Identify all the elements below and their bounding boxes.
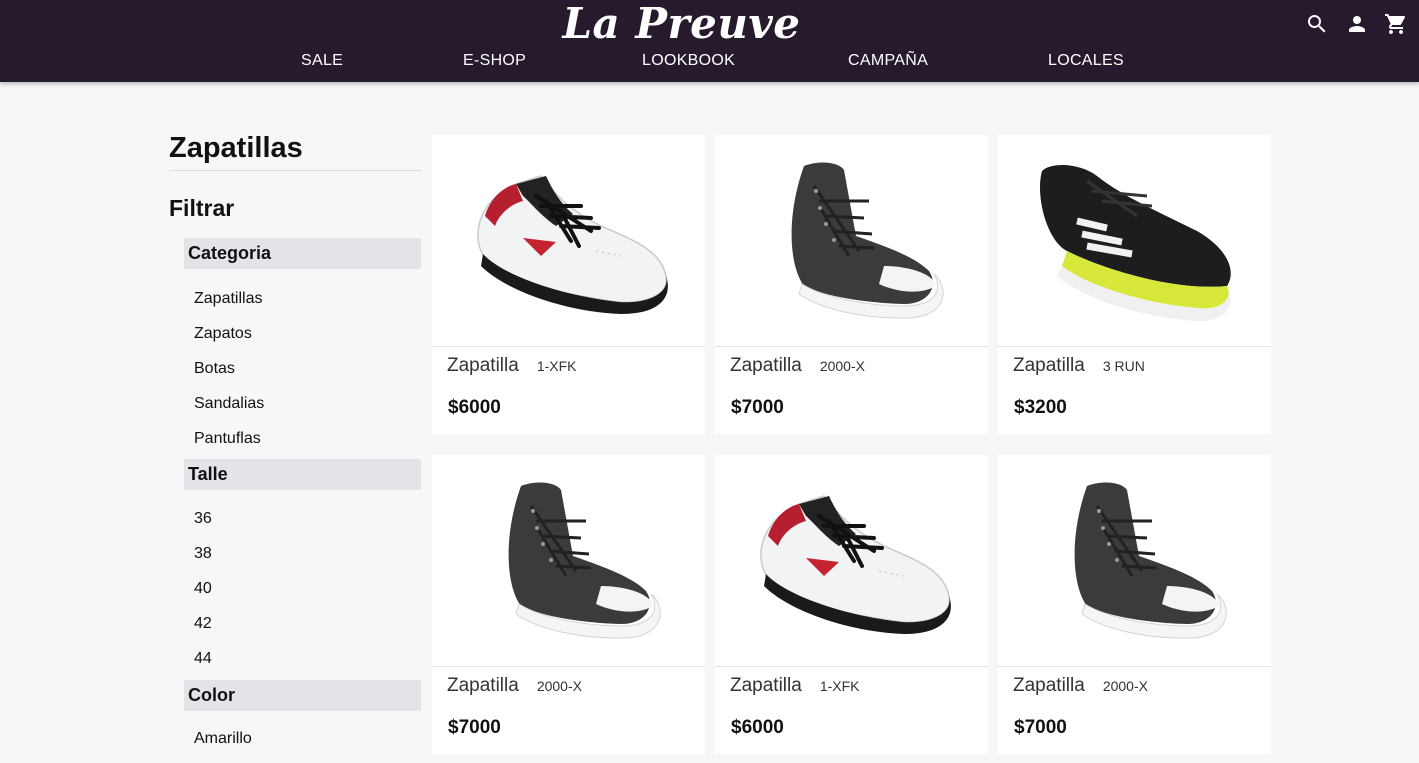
product-card[interactable]: Zapatilla 2000-X $7000	[432, 455, 705, 754]
nav-e-shop[interactable]: E-SHOP	[463, 52, 526, 70]
page-title: Zapatillas	[169, 130, 421, 171]
filter-group-talle[interactable]: Talle	[184, 459, 421, 490]
color-list: Amarillo	[194, 721, 421, 756]
product-name: Zapatilla 2000-X	[730, 355, 865, 376]
nav-campana[interactable]: CAMPAÑA	[848, 52, 928, 70]
product-model: 2000-X	[819, 358, 865, 374]
filter-option[interactable]: 44	[194, 641, 421, 676]
filter-option[interactable]: 40	[194, 571, 421, 606]
product-card[interactable]: Zapatilla 2000-X $7000	[998, 455, 1271, 754]
filter-option[interactable]: Zapatos	[194, 316, 421, 351]
product-image[interactable]	[432, 135, 705, 347]
search-icon[interactable]	[1305, 12, 1329, 36]
categoria-list: Zapatillas Zapatos Botas Sandalias Pantu…	[194, 281, 421, 456]
filter-group-color[interactable]: Color	[184, 680, 421, 711]
product-name: Zapatilla 2000-X	[447, 675, 582, 696]
nav-lookbook[interactable]: LOOKBOOK	[642, 52, 735, 70]
product-image[interactable]	[432, 455, 705, 667]
product-card[interactable]: Zapatilla 3 RUN $3200	[998, 135, 1271, 434]
product-card[interactable]: Zapatilla 1-XFK $6000	[432, 135, 705, 434]
site-header: La Preuve SALE E-SHOP LOOKBOOK CAMPAÑA L…	[0, 0, 1419, 82]
product-name: Zapatilla 1-XFK	[730, 675, 860, 696]
product-price: $7000	[731, 397, 784, 418]
filter-option[interactable]: 36	[194, 501, 421, 536]
cart-icon[interactable]	[1384, 12, 1408, 36]
product-name: Zapatilla 1-XFK	[447, 355, 577, 376]
product-image[interactable]	[998, 135, 1271, 347]
product-price: $6000	[448, 397, 501, 418]
product-image[interactable]	[715, 455, 988, 667]
filter-option[interactable]: Sandalias	[194, 386, 421, 421]
filter-heading: Filtrar	[169, 195, 235, 221]
filter-option[interactable]: Botas	[194, 351, 421, 386]
talle-list: 36 38 40 42 44	[194, 501, 421, 676]
nav-locales[interactable]: LOCALES	[1048, 52, 1124, 70]
filter-option[interactable]: Amarillo	[194, 721, 421, 756]
product-image[interactable]	[998, 455, 1271, 667]
product-card[interactable]: Zapatilla 1-XFK $6000	[715, 455, 988, 754]
filter-sidebar: Zapatillas Filtrar Categoria Zapatillas …	[169, 130, 421, 756]
product-card[interactable]: Zapatilla 2000-X $7000	[715, 135, 988, 434]
product-price: $7000	[1014, 717, 1067, 738]
product-model: 2000-X	[536, 678, 582, 694]
filter-option[interactable]: Zapatillas	[194, 281, 421, 316]
product-model: 1-XFK	[819, 678, 860, 694]
main-nav: SALE E-SHOP LOOKBOOK CAMPAÑA LOCALES	[0, 52, 1419, 76]
filter-option[interactable]: 38	[194, 536, 421, 571]
product-model: 3 RUN	[1102, 358, 1145, 374]
product-name: Zapatilla 2000-X	[1013, 675, 1148, 696]
product-name: Zapatilla 3 RUN	[1013, 355, 1145, 376]
product-price: $7000	[448, 717, 501, 738]
product-model: 1-XFK	[536, 358, 577, 374]
product-image[interactable]	[715, 135, 988, 347]
filter-option[interactable]: Pantuflas	[194, 421, 421, 456]
product-model: 2000-X	[1102, 678, 1148, 694]
account-icon[interactable]	[1345, 12, 1369, 36]
filter-group-categoria[interactable]: Categoria	[184, 238, 421, 269]
product-price: $6000	[731, 717, 784, 738]
site-logo[interactable]: La Preuve	[0, 0, 1363, 48]
nav-sale[interactable]: SALE	[301, 52, 343, 70]
product-price: $3200	[1014, 397, 1067, 418]
filter-option[interactable]: 42	[194, 606, 421, 641]
